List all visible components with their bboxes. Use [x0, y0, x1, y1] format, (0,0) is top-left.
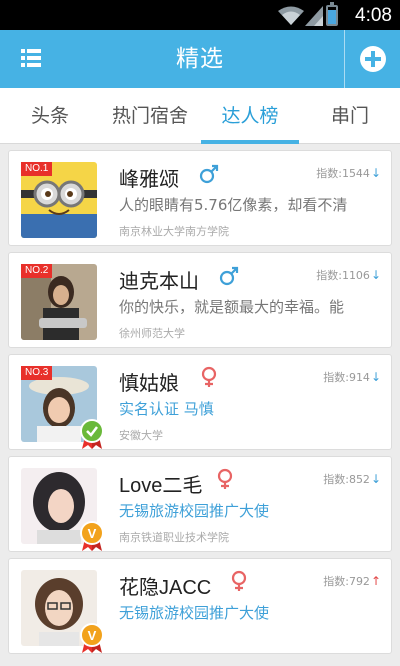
female-icon	[217, 468, 233, 489]
user-name[interactable]: 迪克本山	[119, 265, 199, 294]
page-title: 精选	[176, 46, 224, 72]
list-item[interactable]: NO.3 慎姑娘 指数:914↓ 实名认证 马慎 安徽大学	[8, 354, 392, 450]
v-badge-icon: V	[80, 623, 104, 653]
svg-text:V: V	[88, 628, 97, 643]
signal-icon	[305, 6, 323, 26]
tab-hot-dorms[interactable]: 热门宿舍	[100, 88, 200, 144]
app-bar: 精选	[0, 30, 400, 88]
user-name[interactable]: 花隐JACC	[119, 571, 211, 600]
trend-up-icon: ↑	[370, 574, 381, 588]
svg-text:V: V	[88, 526, 97, 541]
list-item[interactable]: NO.1 峰雅颂 指数:1544↓ 人的眼睛有5.76亿像素，却看不清 南京林业…	[8, 150, 392, 246]
list-item[interactable]: V 花隐JACC 指数:792↑ 无锡旅游校园推广大使	[8, 558, 392, 654]
male-icon	[199, 164, 219, 184]
tab-bar: 头条 热门宿舍 达人榜 串门	[0, 88, 400, 144]
score: 指数:914↓	[323, 370, 381, 384]
male-icon	[219, 266, 239, 286]
score: 指数:1544↓	[316, 166, 381, 180]
school-name: 南京林业大学南方学院	[119, 225, 229, 238]
user-signature: 无锡旅游校园推广大使	[119, 502, 270, 520]
status-bar: 4:08	[0, 0, 400, 30]
v-badge-icon: V	[80, 521, 104, 551]
score: 指数:852↓	[323, 472, 381, 486]
user-name[interactable]: 峰雅颂	[119, 163, 179, 192]
user-signature: 实名认证 马慎	[119, 400, 214, 418]
tab-top-users[interactable]: 达人榜	[200, 88, 300, 144]
battery-icon	[326, 2, 338, 26]
tab-headlines[interactable]: 头条	[0, 88, 100, 144]
user-ranking-list[interactable]: NO.1 峰雅颂 指数:1544↓ 人的眼睛有5.76亿像素，却看不清 南京林业…	[0, 144, 400, 666]
rank-badge: NO.3	[21, 366, 53, 380]
rank-badge: NO.2	[21, 264, 53, 278]
tab-visit[interactable]: 串门	[300, 88, 400, 144]
female-icon	[231, 570, 247, 591]
plus-circle-icon	[360, 46, 386, 72]
list-item[interactable]: NO.2 迪克本山 指数:1106↓ 你的快乐，就是额最大的幸福。能 徐州师范大…	[8, 252, 392, 348]
rank-badge: NO.1	[21, 162, 53, 176]
user-signature: 人的眼睛有5.76亿像素，却看不清	[119, 196, 348, 214]
clock: 4:08	[355, 5, 392, 26]
user-signature: 无锡旅游校园推广大使	[119, 604, 270, 622]
trend-down-icon: ↓	[370, 166, 381, 180]
female-icon	[201, 366, 217, 387]
user-name[interactable]: 慎姑娘	[119, 367, 179, 396]
trend-down-icon: ↓	[370, 472, 381, 486]
user-signature: 你的快乐，就是额最大的幸福。能	[119, 298, 345, 316]
trend-down-icon: ↓	[370, 370, 381, 384]
wifi-icon	[278, 6, 304, 25]
list-item[interactable]: V Love二毛 指数:852↓ 无锡旅游校园推广大使 南京铁道职业技术学院	[8, 456, 392, 552]
school-name: 安徽大学	[119, 429, 163, 442]
school-name: 南京铁道职业技术学院	[119, 531, 229, 544]
verified-badge-icon	[80, 419, 104, 449]
school-name: 徐州师范大学	[119, 327, 185, 340]
add-button[interactable]	[344, 30, 400, 88]
score: 指数:1106↓	[316, 268, 381, 282]
trend-down-icon: ↓	[370, 268, 381, 282]
user-name[interactable]: Love二毛	[119, 469, 202, 498]
score: 指数:792↑	[323, 574, 381, 588]
